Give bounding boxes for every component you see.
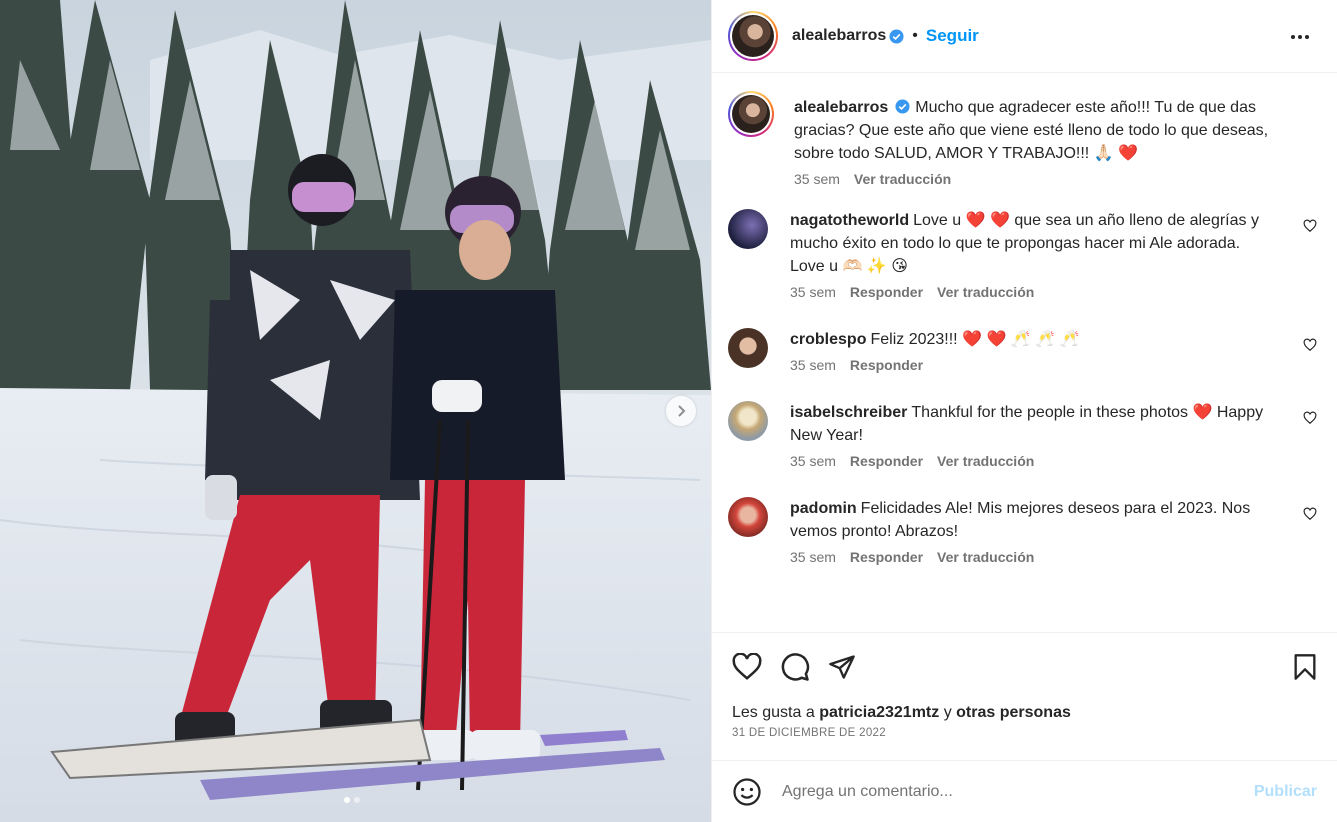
comment-time: 35 sem — [790, 453, 836, 469]
carousel-dots — [344, 797, 360, 803]
share-paper-plane-icon[interactable] — [828, 653, 856, 681]
post-header: alealebarros • Seguir — [712, 0, 1337, 73]
comment-composer: Publicar — [712, 760, 1337, 822]
emoji-smiley-icon[interactable] — [732, 777, 762, 807]
comment-item: croblespo Feliz 2023!!! ❤️ ❤️ 🥂 🥂 🥂 35 se… — [728, 328, 1319, 373]
like-comment-heart-icon[interactable] — [1303, 338, 1317, 352]
next-slide-button[interactable] — [666, 396, 696, 426]
likes-prefix: Les gusta a — [732, 704, 815, 721]
likes-user[interactable]: patricia2321mtz — [819, 704, 939, 721]
comment-avatar[interactable] — [728, 497, 768, 537]
caption-avatar[interactable] — [728, 91, 774, 137]
caption-username[interactable]: alealebarros — [794, 99, 888, 116]
chevron-right-icon — [678, 405, 686, 417]
comment-time: 35 sem — [790, 284, 836, 300]
more-horizontal-icon[interactable] — [1289, 26, 1311, 48]
comment-avatar[interactable] — [728, 401, 768, 441]
translate-button[interactable]: Ver traducción — [937, 549, 1034, 565]
like-comment-heart-icon[interactable] — [1303, 507, 1317, 521]
carousel-dot-active — [344, 797, 350, 803]
caption-translate-button[interactable]: Ver traducción — [854, 171, 951, 187]
author-username[interactable]: alealebarros — [792, 27, 886, 45]
comment-text: Felicidades Ale! Mis mejores deseos para… — [790, 500, 1251, 540]
like-comment-heart-icon[interactable] — [1303, 411, 1317, 425]
author-avatar[interactable] — [728, 11, 778, 61]
reply-button[interactable]: Responder — [850, 284, 923, 300]
action-bar — [712, 632, 1337, 700]
verified-badge-icon — [889, 28, 904, 44]
caption-time: 35 sem — [794, 171, 840, 187]
likes-others[interactable]: otras personas — [956, 704, 1071, 721]
reply-button[interactable]: Responder — [850, 549, 923, 565]
comment-time: 35 sem — [790, 549, 836, 565]
post-photo — [0, 0, 711, 822]
reply-button[interactable]: Responder — [850, 453, 923, 469]
comment-input[interactable] — [782, 782, 1254, 801]
comment-username[interactable]: nagatotheworld — [790, 212, 909, 229]
comment-item: isabelschreiber Thankful for the people i… — [728, 401, 1319, 469]
translate-button[interactable]: Ver traducción — [937, 284, 1034, 300]
verified-badge-icon — [895, 99, 910, 114]
comment-text-line2: Love u 🫶🏻 ✨ 😘 — [790, 258, 908, 275]
reply-button[interactable]: Responder — [850, 357, 923, 373]
likes-summary[interactable]: Les gusta a patricia2321mtz y otras pers… — [732, 704, 1071, 722]
comment-avatar[interactable] — [728, 209, 768, 249]
separator-dot: • — [912, 27, 918, 44]
comment-username[interactable]: isabelschreiber — [790, 404, 907, 421]
comment-bubble-icon[interactable] — [780, 652, 810, 682]
comment-time: 35 sem — [790, 357, 836, 373]
publish-button[interactable]: Publicar — [1254, 783, 1317, 801]
like-comment-heart-icon[interactable] — [1303, 219, 1317, 233]
comments-list[interactable]: alealebarros Mucho que agradecer este año… — [712, 74, 1337, 632]
save-bookmark-icon[interactable] — [1293, 653, 1317, 681]
comment-avatar[interactable] — [728, 328, 768, 368]
post-media[interactable] — [0, 0, 711, 822]
post-date: 31 DE DICIEMBRE DE 2022 — [732, 727, 886, 739]
comment-item: padomin Felicidades Ale! Mis mejores dese… — [728, 497, 1319, 565]
comment-item: nagatotheworld Love u ❤️ ❤️ que sea un añ… — [728, 209, 1319, 300]
translate-button[interactable]: Ver traducción — [937, 453, 1034, 469]
likes-connector: y — [943, 704, 952, 721]
comment-text: Feliz 2023!!! ❤️ ❤️ 🥂 🥂 🥂 — [870, 331, 1080, 348]
follow-button[interactable]: Seguir — [926, 26, 979, 46]
comment-username[interactable]: croblespo — [790, 331, 866, 348]
like-heart-icon[interactable] — [732, 652, 762, 681]
post-side-panel: alealebarros • Seguir alealebarros Mucho … — [711, 0, 1337, 822]
caption: alealebarros Mucho que agradecer este año… — [728, 91, 1319, 187]
post-view: alealebarros • Seguir alealebarros Mucho … — [0, 0, 1337, 822]
comment-username[interactable]: padomin — [790, 500, 857, 517]
carousel-dot — [354, 797, 360, 803]
